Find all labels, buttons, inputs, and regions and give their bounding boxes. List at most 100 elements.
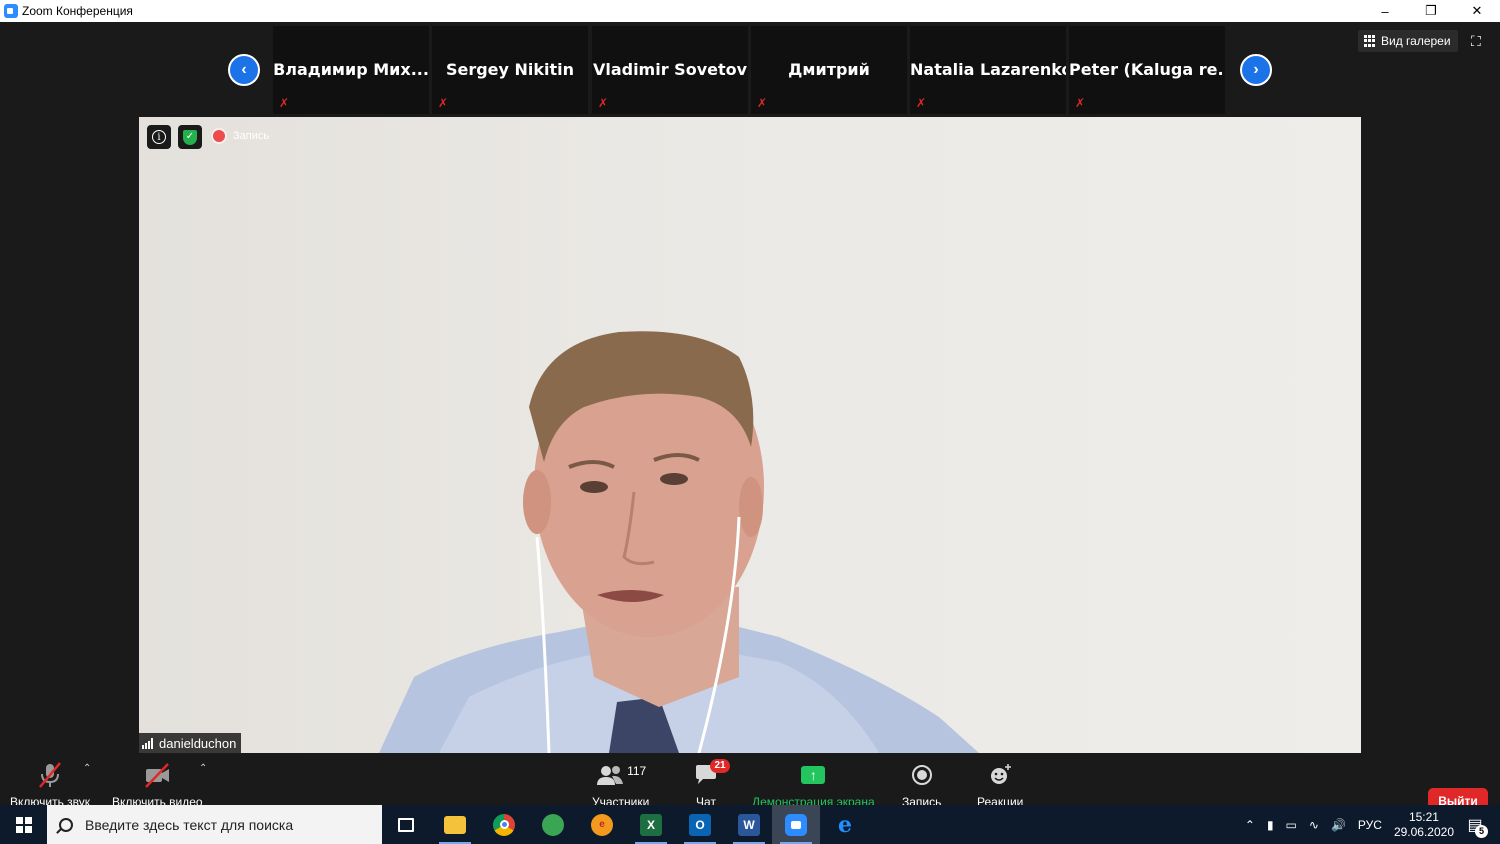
zoom-app-icon [4, 4, 18, 18]
unmute-button[interactable]: Включить звук [10, 761, 90, 809]
globe-icon [542, 813, 564, 836]
input-language[interactable]: РУС [1358, 818, 1382, 832]
participant-thumbnail[interactable]: Владимир Мих... ✗ [273, 26, 429, 114]
participant-thumbnail[interactable]: Vladimir Sovetov ✗ [592, 26, 748, 114]
gallery-view-button[interactable]: Вид галереи [1358, 30, 1458, 52]
speaker-video-image [379, 331, 979, 753]
record-icon [911, 761, 933, 789]
participant-name: Владимир Мих... [273, 60, 429, 79]
video-off-icon [143, 761, 171, 789]
gpn-logo-icon: e [591, 813, 613, 836]
clock-date: 29.06.2020 [1393, 824, 1454, 839]
muted-mic-icon: ✗ [598, 96, 609, 110]
grid-icon [1364, 35, 1376, 47]
participant-name: Natalia Lazarenko [910, 60, 1066, 79]
recording-label: Запись [233, 130, 270, 142]
participants-count: 117 [627, 764, 647, 778]
edge-button[interactable]: e [821, 805, 869, 844]
fullscreen-icon[interactable]: ⛶ [1471, 34, 1485, 48]
audio-options-caret-icon[interactable]: ⌃ [83, 763, 91, 774]
microphone-icon[interactable]: ▮ [1267, 818, 1274, 832]
system-tray: ⌃ ▮ ▭ ∿ 🔊 РУС 15:21 29.06.2020 ▤ 5 [1239, 805, 1500, 844]
participant-strip: ‹ Владимир Мих... ✗ Sergey Nikitin ✗ Vla… [0, 22, 1500, 116]
chevron-right-icon: › [1253, 61, 1259, 78]
close-button[interactable]: ✕ [1454, 0, 1500, 22]
zoom-taskbar-button[interactable] [772, 805, 820, 844]
chat-bubble-icon: 21 [694, 759, 730, 789]
gpn-app-button[interactable]: e [578, 805, 626, 844]
participant-thumbnail[interactable]: Peter (Kaluga re... ✗ [1069, 26, 1225, 114]
muted-mic-icon: ✗ [1075, 96, 1086, 110]
start-video-button[interactable]: Включить видео [112, 761, 203, 809]
next-page-button[interactable]: › [1240, 54, 1272, 86]
participant-name: Дмитрий [788, 60, 870, 79]
recording-dot-icon [213, 130, 225, 142]
window-title: Zoom Конференция [22, 4, 133, 18]
window-title-bar: Zoom Конференция – ❐ ✕ [0, 0, 1500, 22]
chat-button[interactable]: 21 Чат [694, 759, 730, 809]
window-controls: – ❐ ✕ [1362, 0, 1500, 22]
windows-logo-icon [15, 816, 32, 833]
file-explorer-button[interactable] [431, 805, 479, 844]
outlook-icon: O [689, 813, 711, 836]
security-status-button[interactable]: ✓ [178, 125, 202, 149]
word-icon: W [738, 813, 760, 836]
task-view-button[interactable] [382, 805, 430, 844]
action-center-button[interactable]: ▤ 5 [1462, 812, 1488, 838]
gallery-view-label: Вид галереи [1381, 34, 1451, 48]
start-button[interactable] [0, 805, 47, 844]
reactions-button[interactable]: Реакции [977, 761, 1023, 809]
search-placeholder: Введите здесь текст для поиска [85, 816, 294, 833]
word-button[interactable]: W [725, 805, 773, 844]
chevron-up-icon[interactable]: ⌃ [1245, 818, 1255, 832]
share-screen-arrow-icon: ↑ [801, 766, 826, 784]
info-icon: i [152, 130, 166, 144]
participant-thumbnail[interactable]: Sergey Nikitin ✗ [432, 26, 588, 114]
wifi-icon[interactable]: ∿ [1309, 818, 1319, 832]
participant-name: Vladimir Sovetov [592, 60, 748, 79]
clock-time: 15:21 [1408, 809, 1439, 824]
meeting-area: ‹ Владимир Мих... ✗ Sergey Nikitin ✗ Vla… [0, 22, 1500, 827]
speaker-name-tag: danielduchon [139, 733, 242, 753]
notification-count-badge: 5 [1475, 824, 1488, 838]
speaker-icon[interactable]: 🔊 [1331, 818, 1346, 832]
participants-icon: 117 [595, 761, 646, 789]
recording-indicator: Запись [213, 130, 269, 142]
zoom-icon [785, 813, 807, 836]
participant-thumbnail[interactable]: Дмитрий ✗ [751, 26, 907, 114]
taskbar-clock[interactable]: 15:21 29.06.2020 [1394, 810, 1454, 840]
muted-mic-icon: ✗ [279, 96, 290, 110]
excel-icon: X [640, 813, 662, 836]
participant-thumbnail[interactable]: Natalia Lazarenko ✗ [910, 26, 1066, 114]
muted-mic-icon: ✗ [757, 96, 768, 110]
folder-icon [444, 815, 466, 834]
share-screen-button[interactable]: ↑ Демонстрация экрана [752, 761, 875, 809]
search-icon [59, 817, 73, 832]
battery-icon[interactable]: ▭ [1286, 818, 1297, 832]
chat-unread-badge: 21 [710, 759, 730, 773]
maps-app-button[interactable] [529, 805, 577, 844]
minimize-button[interactable]: – [1362, 0, 1408, 22]
edge-icon: e [838, 811, 852, 838]
active-speaker-video: i ✓ Запись danielduchon [139, 117, 1361, 753]
participants-button[interactable]: 117 Участники [592, 761, 649, 809]
excel-button[interactable]: X [627, 805, 675, 844]
signal-strength-icon [142, 737, 154, 749]
outlook-button[interactable]: O [676, 805, 724, 844]
windows-taskbar: Введите здесь текст для поиска e X O W e… [0, 805, 1500, 844]
restore-button[interactable]: ❐ [1408, 0, 1454, 22]
chrome-icon [493, 813, 515, 836]
video-options-caret-icon[interactable]: ⌃ [199, 763, 207, 774]
taskbar-search-box[interactable]: Введите здесь текст для поиска [47, 805, 382, 844]
participant-name: Peter (Kaluga re... [1069, 60, 1225, 79]
record-button[interactable]: Запись [902, 761, 941, 809]
muted-microphone-icon [36, 761, 64, 789]
meeting-info-button[interactable]: i [147, 125, 171, 149]
shield-check-icon: ✓ [183, 129, 197, 145]
previous-page-button[interactable]: ‹ [228, 54, 260, 86]
muted-mic-icon: ✗ [916, 96, 927, 110]
speaker-name: danielduchon [159, 735, 237, 751]
chrome-button[interactable] [480, 805, 528, 844]
task-view-icon [398, 817, 414, 832]
smiley-plus-icon [988, 761, 1012, 789]
